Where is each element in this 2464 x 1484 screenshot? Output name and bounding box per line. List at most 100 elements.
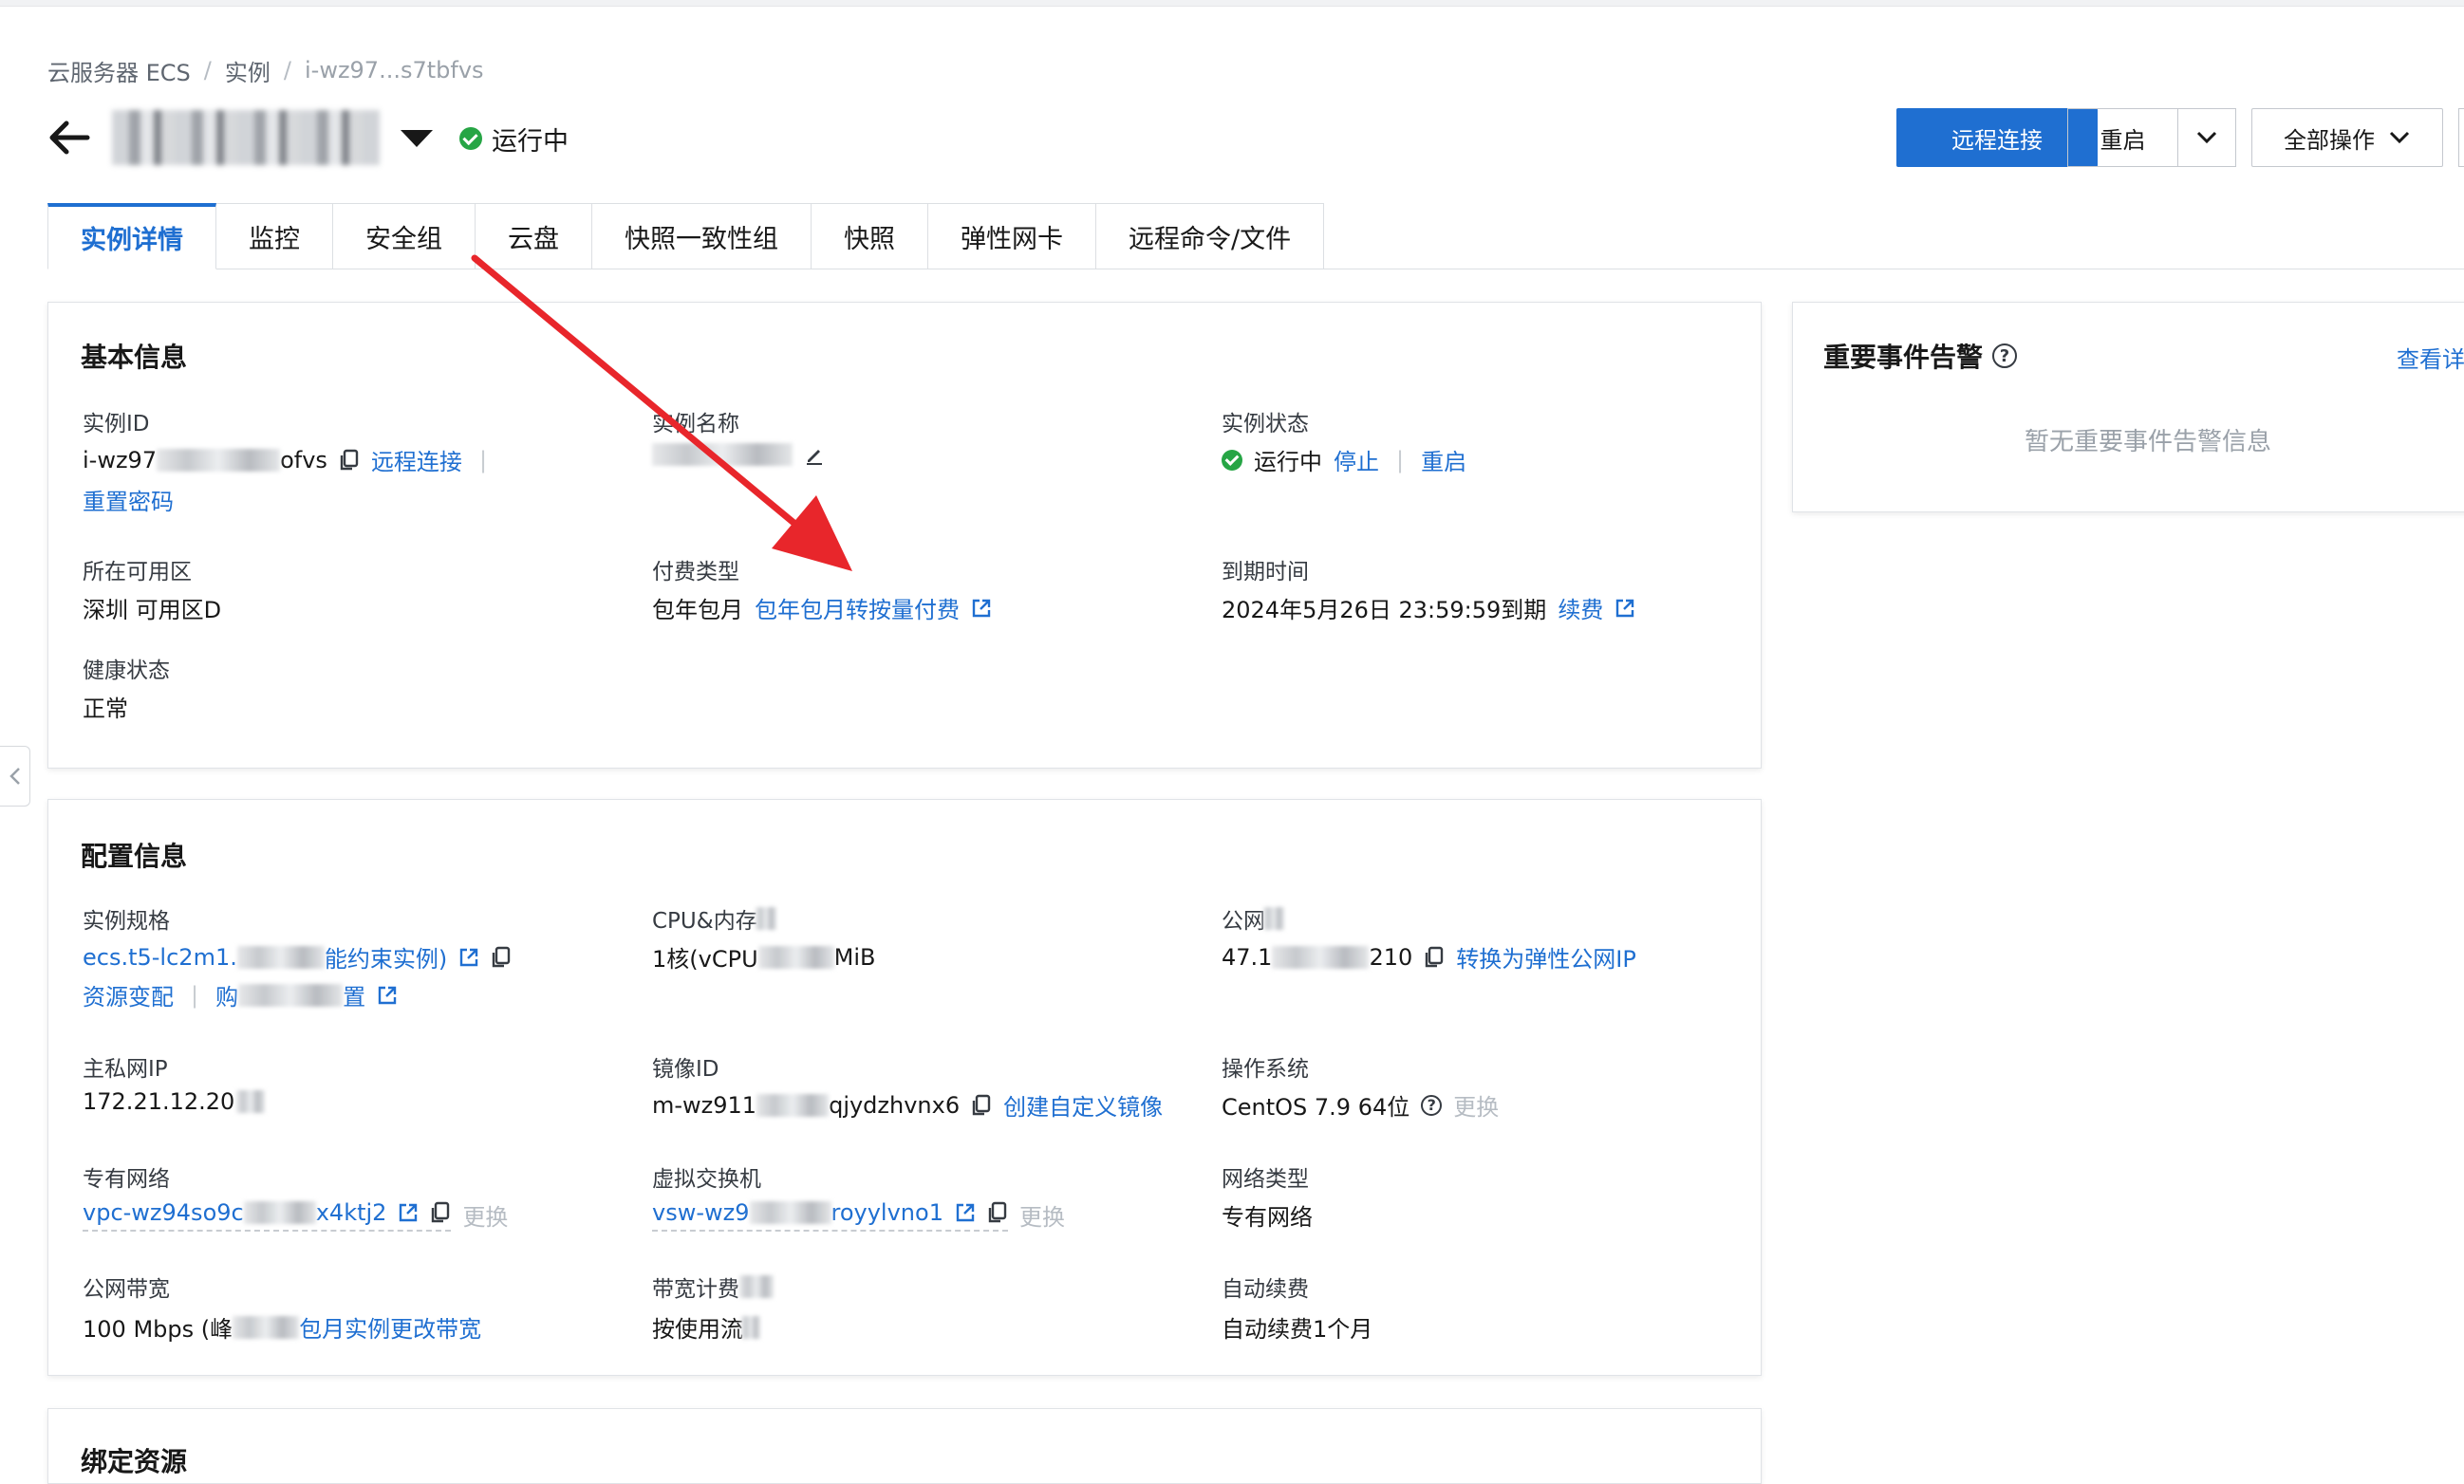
vpc-label: 专有网络: [83, 1167, 170, 1192]
events-card: 重要事件告警 ? 查看详 暂无重要事件告警信息: [1792, 302, 2464, 512]
bandwidth-row: 100 Mbps (峰 包月实例更改带宽: [83, 1310, 481, 1344]
buy-link-suffix[interactable]: 置: [343, 978, 365, 1011]
reset-password-link[interactable]: 重置密码: [83, 483, 174, 516]
tab-monitoring[interactable]: 监控: [216, 203, 333, 269]
restart-link[interactable]: 重启: [1421, 443, 1466, 476]
public-ip-row: 47.1 210 转换为弹性公网IP: [1222, 940, 1636, 974]
copy-icon[interactable]: [971, 1094, 992, 1117]
instance-type-row: ecs.t5-lc2m1. 能约束实例): [83, 940, 512, 974]
network-type-label: 网络类型: [1222, 1167, 1309, 1192]
bandwidth-label: 公网带宽: [83, 1277, 170, 1302]
health-label: 健康状态: [83, 659, 170, 683]
buy-link-prefix[interactable]: 购: [215, 978, 238, 1011]
vswitch-id-prefix[interactable]: vsw-wz9: [652, 1199, 750, 1226]
config-info-title: 配置信息: [81, 841, 188, 872]
private-ip-row: 172.21.12.20: [83, 1088, 266, 1115]
expire-time-value: 2024年5月26日 23:59:59到期: [1222, 597, 1547, 623]
stop-link[interactable]: 停止: [1334, 443, 1379, 476]
change-bandwidth-link[interactable]: 包月实例更改带宽: [299, 1310, 481, 1344]
caret-down-icon[interactable]: [399, 127, 435, 150]
convert-to-pay-as-you-go-link[interactable]: 包年包月转按量付费: [755, 591, 960, 624]
remote-connect-link[interactable]: 远程连接: [371, 443, 462, 476]
create-custom-image-link[interactable]: 创建自定义镜像: [1003, 1088, 1163, 1122]
os-row: CentOS 7.9 64位 ? 更换: [1222, 1088, 1499, 1122]
success-check-icon: [459, 127, 482, 150]
redacted-block: [243, 1200, 316, 1224]
redacted-block: [739, 1275, 774, 1298]
instance-id-value: i-wz97 ofvs 远程连接 |: [83, 443, 493, 476]
redacted-block: [233, 1315, 300, 1339]
public-ip-suffix: 210: [1369, 943, 1413, 971]
vpc-id-suffix[interactable]: x4ktj2: [316, 1199, 387, 1226]
tab-eni[interactable]: 弹性网卡: [928, 203, 1096, 269]
instance-status-row: 运行中 停止 | 重启: [1222, 443, 1466, 476]
breadcrumb: 云服务器 ECS / 实例 / i-wz97...s7tbfvs: [47, 53, 484, 87]
tab-remote-commands[interactable]: 远程命令/文件: [1096, 203, 1325, 269]
all-actions-label: 全部操作: [2284, 126, 2375, 154]
instance-id-suffix: ofvs: [280, 446, 327, 473]
copy-icon[interactable]: [987, 1201, 1008, 1224]
instance-name-title-redacted: [112, 110, 380, 165]
view-details-link[interactable]: 查看详: [2397, 341, 2464, 374]
health-value: 正常: [83, 696, 128, 722]
divider: |: [1396, 446, 1405, 473]
copy-icon[interactable]: [339, 449, 360, 472]
vpc-id-prefix[interactable]: vpc-wz94so9c: [83, 1199, 244, 1226]
instance-type-prefix[interactable]: ecs.t5-lc2m1.: [83, 944, 237, 971]
change-vswitch-link[interactable]: 更换: [1019, 1198, 1065, 1232]
breadcrumb-separator: /: [203, 57, 212, 83]
redacted-block: [236, 1090, 266, 1113]
copy-icon[interactable]: [491, 946, 512, 969]
bandwidth-billing-label: 带宽计费: [652, 1277, 739, 1302]
cpu-memory-label: CPU&内存: [652, 909, 757, 934]
change-vpc-link[interactable]: 更换: [462, 1198, 508, 1232]
external-link-icon[interactable]: [377, 985, 398, 1006]
external-link-icon[interactable]: [1615, 598, 1635, 619]
restart-button[interactable]: 重启: [2067, 108, 2177, 167]
chevron-down-icon: [2389, 131, 2410, 144]
tab-instance-details[interactable]: 实例详情: [47, 203, 216, 269]
instance-type-suffix[interactable]: 能约束实例): [325, 940, 447, 974]
tab-security-groups[interactable]: 安全组: [333, 203, 476, 269]
instance-type-label: 实例规格: [83, 909, 170, 934]
back-arrow-icon[interactable]: [46, 114, 93, 161]
more-button-edge[interactable]: [2458, 108, 2464, 167]
zone-value: 深圳 可用区D: [83, 597, 222, 623]
copy-icon[interactable]: [430, 1201, 451, 1224]
instance-status-text: 运行中: [492, 126, 569, 157]
copy-icon[interactable]: [1424, 946, 1445, 969]
change-os-link[interactable]: 更换: [1453, 1088, 1499, 1122]
os-value: CentOS 7.9 64位: [1222, 1094, 1410, 1121]
external-link-icon[interactable]: [971, 598, 992, 619]
cpu-memory-label-row: CPU&内存: [652, 902, 776, 935]
vswitch-id-link-group: vsw-wz9 royylvno1: [652, 1199, 1008, 1232]
remote-connect-label: 远程连接: [1951, 126, 2043, 154]
redacted-block: [741, 1315, 760, 1339]
help-icon[interactable]: ?: [1421, 1094, 1443, 1116]
all-actions-button[interactable]: 全部操作: [2251, 108, 2443, 167]
external-link-icon[interactable]: [955, 1202, 976, 1223]
restart-dropdown-button[interactable]: [2177, 108, 2236, 167]
external-link-icon[interactable]: [398, 1202, 419, 1223]
expire-time-row: 2024年5月26日 23:59:59到期 续费: [1222, 591, 1635, 624]
convert-to-eip-link[interactable]: 转换为弹性公网IP: [1456, 940, 1636, 974]
redacted-block: [756, 1093, 830, 1117]
breadcrumb-current-instance: i-wz97...s7tbfvs: [304, 57, 484, 83]
divider: |: [191, 981, 199, 1009]
cpu-memory-value-suffix: MiB: [833, 943, 876, 971]
external-link-icon[interactable]: [458, 947, 479, 968]
instance-id-prefix: i-wz97: [83, 446, 158, 473]
renew-link[interactable]: 续费: [1558, 591, 1603, 624]
redacted-block: [238, 983, 344, 1007]
help-icon[interactable]: ?: [1992, 343, 2018, 368]
basic-info-title: 基本信息: [81, 342, 188, 373]
breadcrumb-instances[interactable]: 实例: [225, 54, 271, 87]
zone-label: 所在可用区: [83, 560, 192, 584]
resize-link[interactable]: 资源变配: [83, 978, 174, 1011]
bind-resources-card: 绑定资源: [47, 1408, 1762, 1484]
vswitch-id-suffix[interactable]: royylvno1: [831, 1199, 943, 1226]
billing-type-row: 包年包月 包年包月转按量付费: [652, 591, 992, 624]
auto-renew-value: 自动续费1个月: [1222, 1316, 1373, 1343]
breadcrumb-ecs[interactable]: 云服务器 ECS: [47, 54, 191, 87]
sidebar-toggle[interactable]: [0, 746, 30, 807]
